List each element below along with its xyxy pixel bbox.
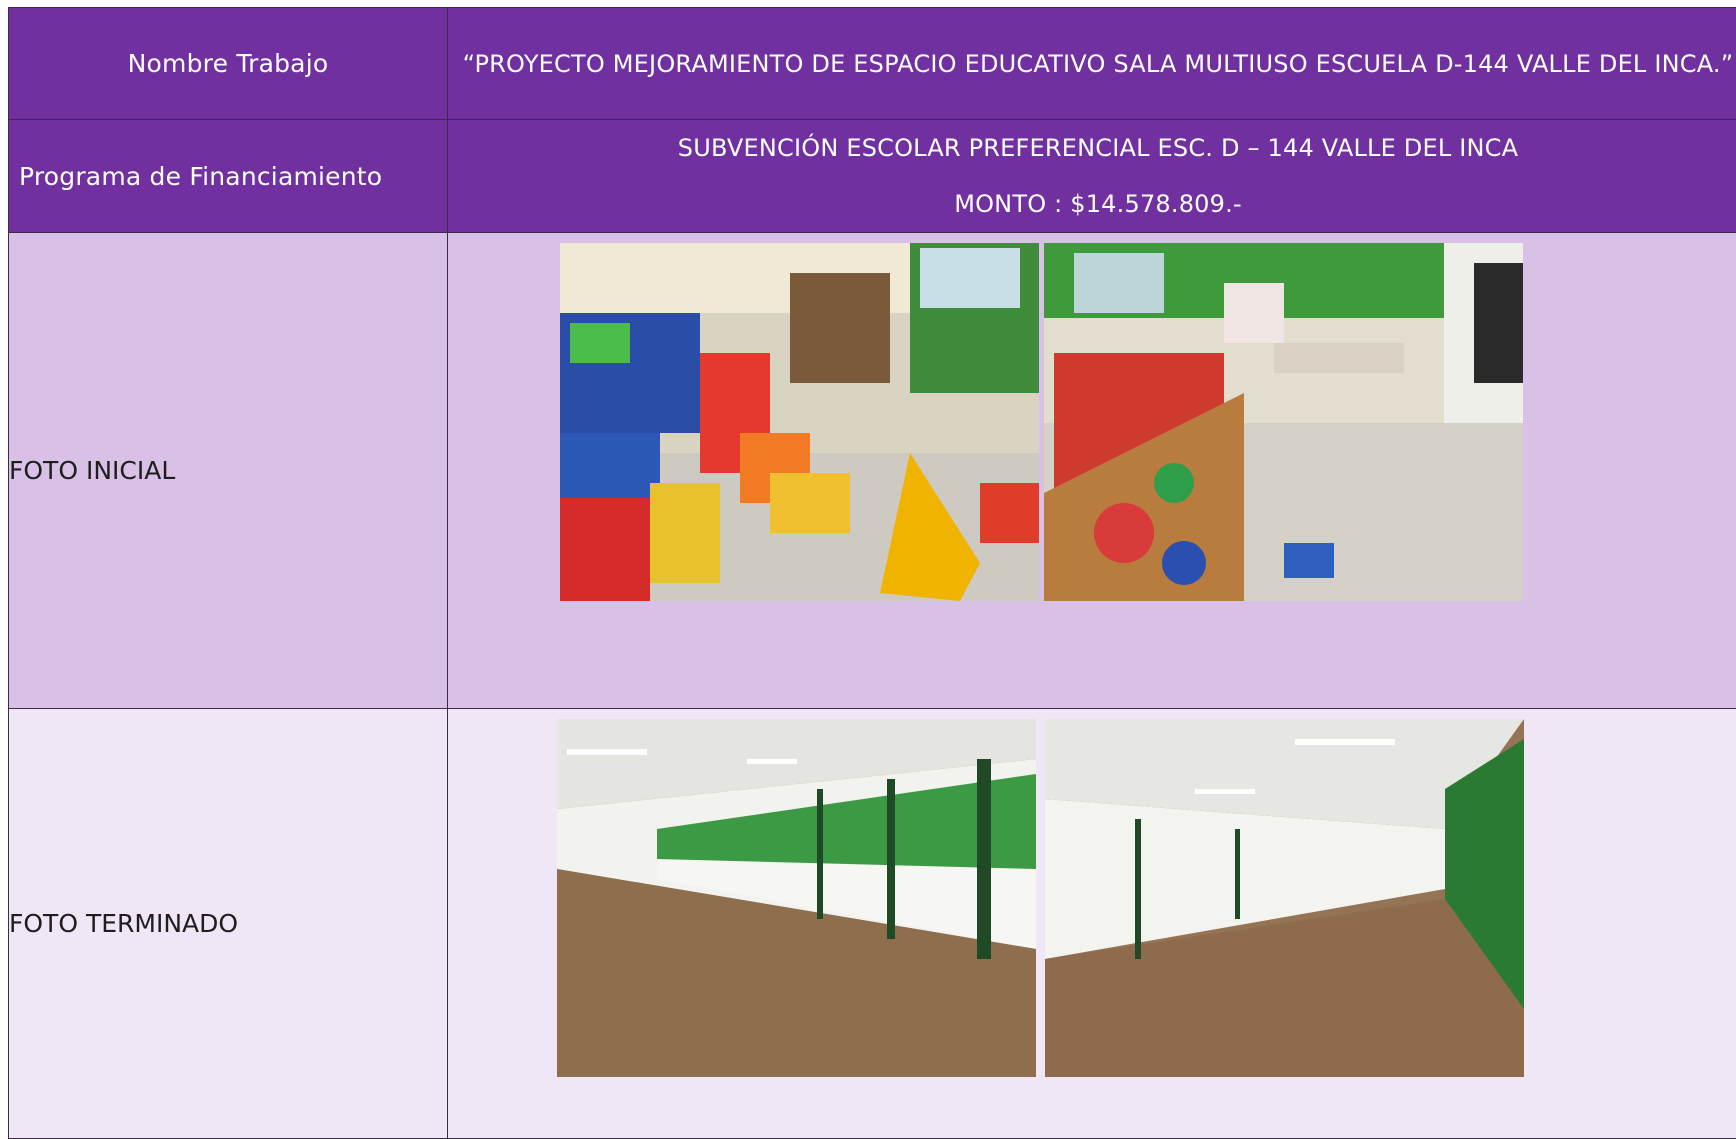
row-programa-financiamiento: Programa de Financiamiento SUBVENCIÓN ES… <box>9 120 1736 233</box>
label-nombre-trabajo: Nombre Trabajo <box>9 8 448 120</box>
value-nombre-trabajo: “PROYECTO MEJORAMIENTO DE ESPACIO EDUCAT… <box>448 8 1736 120</box>
project-info-table: Nombre Trabajo “PROYECTO MEJORAMIENTO DE… <box>8 7 1736 1139</box>
value-programa-financiamiento: SUBVENCIÓN ESCOLAR PREFERENCIAL ESC. D –… <box>448 120 1736 233</box>
programa-name: SUBVENCIÓN ESCOLAR PREFERENCIAL ESC. D –… <box>448 120 1736 176</box>
photo-inicial-1 <box>560 243 1039 601</box>
label-foto-terminado: FOTO TERMINADO <box>9 709 448 1139</box>
photos-foto-terminado <box>448 709 1736 1139</box>
row-foto-terminado: FOTO TERMINADO <box>9 709 1736 1139</box>
photo-terminado-1 <box>557 719 1036 1077</box>
row-nombre-trabajo: Nombre Trabajo “PROYECTO MEJORAMIENTO DE… <box>9 8 1736 120</box>
photo-terminado-2 <box>1045 719 1524 1077</box>
programa-monto: MONTO : $14.578.809.- <box>448 176 1736 232</box>
photo-inicial-2 <box>1044 243 1523 601</box>
document-page: Nombre Trabajo “PROYECTO MEJORAMIENTO DE… <box>0 0 1736 1116</box>
label-foto-inicial: FOTO INICIAL <box>9 233 448 709</box>
row-foto-inicial: FOTO INICIAL <box>9 233 1736 709</box>
label-programa-financiamiento: Programa de Financiamiento <box>9 120 448 233</box>
photos-foto-inicial <box>448 233 1736 709</box>
